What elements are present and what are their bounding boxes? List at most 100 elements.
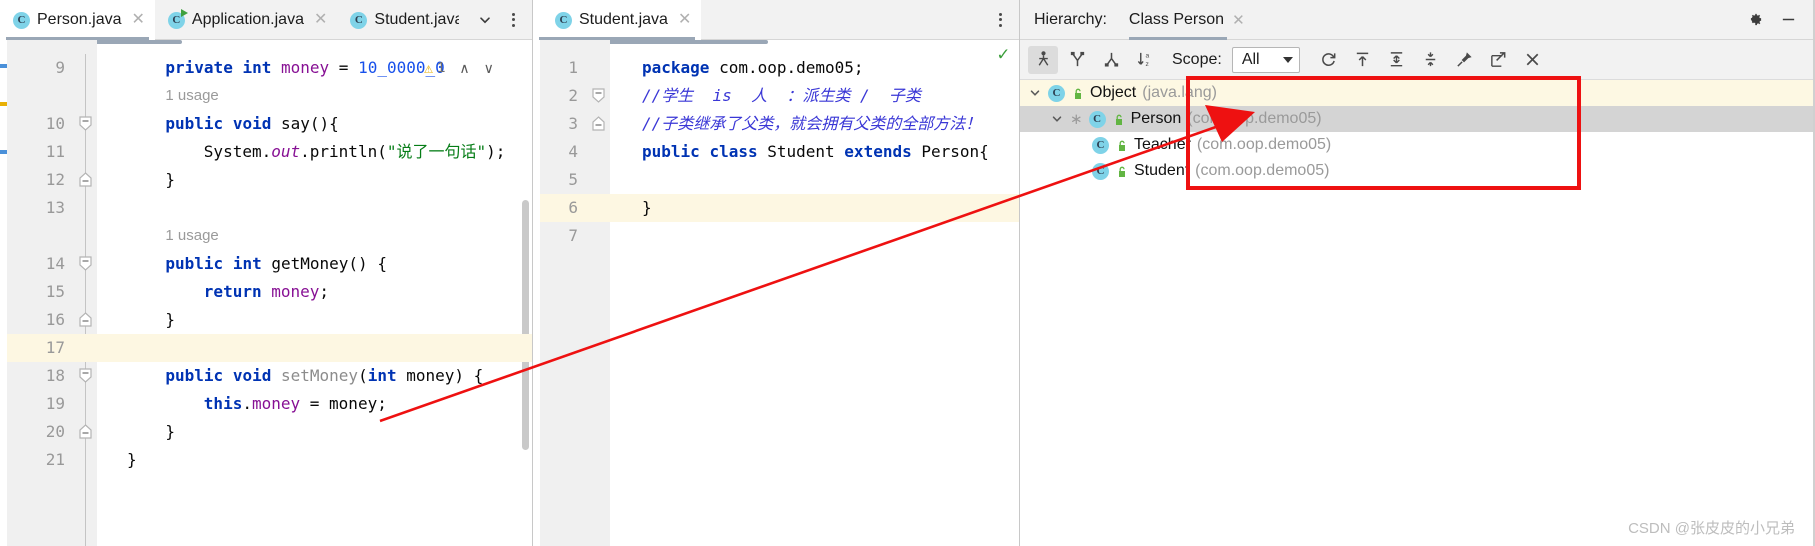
code-fold-toggle[interactable] bbox=[591, 88, 606, 103]
close-icon[interactable]: ✕ bbox=[314, 12, 327, 28]
svg-text:z: z bbox=[1145, 61, 1148, 68]
code-fold-toggle[interactable] bbox=[78, 172, 93, 187]
watermark: CSDN @张皮皮的小兄弟 bbox=[1628, 520, 1795, 537]
hierarchy-tree-node[interactable]: C Object (java.lang) bbox=[1020, 80, 1815, 106]
code-fold-toggle[interactable] bbox=[78, 312, 93, 327]
left-code-area[interactable]: private int money = 10_0000_0 1 usage publ… bbox=[97, 40, 532, 546]
line-number: 2 bbox=[568, 86, 578, 105]
hierarchy-tree-node[interactable]: C Student (com.oop.demo05) bbox=[1020, 158, 1815, 184]
line-number: 12 bbox=[45, 170, 65, 189]
code-line[interactable]: System.out.println("说了一句话"); bbox=[204, 138, 506, 166]
checkmark-icon[interactable]: ✓ bbox=[998, 43, 1009, 65]
pin-icon[interactable] bbox=[1450, 46, 1480, 74]
editor-tab-student-java-active[interactable]: C Student.java ✕ bbox=[533, 0, 702, 40]
center-tabbar-actions bbox=[987, 0, 1019, 39]
code-line[interactable]: //学生 is 人 ：派生类 / 子类 bbox=[642, 82, 921, 110]
code-line[interactable]: //子类继承了父类，就会拥有父类的全部方法！ bbox=[642, 110, 981, 138]
hierarchy-node-package: (com.oop.demo05) bbox=[1187, 110, 1322, 127]
scope-select[interactable]: All bbox=[1231, 46, 1300, 73]
chevron-down-icon[interactable] bbox=[472, 7, 498, 33]
line-number: 15 bbox=[45, 282, 65, 301]
left-tabbar-actions bbox=[472, 0, 532, 39]
open-external-icon[interactable] bbox=[1484, 46, 1514, 74]
editor-tab-student-java[interactable]: C Student.java bbox=[337, 0, 459, 40]
public-visibility-icon bbox=[1115, 139, 1128, 152]
code-line[interactable]: private int money = 10_0000_0 bbox=[165, 54, 444, 82]
sort-alphabetically-button[interactable]: a z bbox=[1130, 46, 1160, 74]
public-visibility-icon bbox=[1112, 113, 1125, 126]
hierarchy-header-actions bbox=[1741, 7, 1815, 33]
code-line[interactable]: return money; bbox=[204, 278, 329, 306]
supertypes-hierarchy-button[interactable] bbox=[1062, 46, 1092, 74]
code-line[interactable]: package com.oop.demo05; bbox=[642, 54, 864, 82]
public-lock-icon bbox=[1075, 88, 1081, 99]
next-warning-icon[interactable]: ∨ bbox=[484, 54, 494, 82]
editor-tab-person-java[interactable]: C Person.java ✕ bbox=[0, 0, 155, 40]
code-line[interactable]: } bbox=[127, 446, 137, 474]
center-code-area[interactable]: ✓ package com.oop.demo05;//学生 is 人 ：派生类 … bbox=[610, 40, 1019, 546]
gear-icon[interactable] bbox=[1741, 7, 1767, 33]
code-line[interactable]: } bbox=[165, 166, 175, 194]
hierarchy-tab-class-person[interactable]: Class Person ✕ bbox=[1128, 0, 1245, 40]
code-fold-toggle[interactable] bbox=[591, 116, 606, 131]
code-fold-toggle[interactable] bbox=[78, 368, 93, 383]
close-icon[interactable]: ✕ bbox=[678, 12, 691, 28]
line-number: 10 bbox=[45, 114, 65, 133]
export-up-button[interactable] bbox=[1348, 46, 1378, 74]
class-hierarchy-button[interactable] bbox=[1028, 45, 1058, 74]
code-line[interactable]: } bbox=[165, 418, 175, 446]
inlay-usage-hint[interactable]: 1 usage bbox=[165, 82, 218, 110]
left-vertical-scrollbar[interactable] bbox=[522, 200, 529, 450]
subtypes-hierarchy-button[interactable] bbox=[1096, 46, 1126, 74]
code-line[interactable]: } bbox=[165, 306, 175, 334]
expand-all-button[interactable] bbox=[1382, 46, 1412, 74]
minimize-icon[interactable] bbox=[1775, 7, 1801, 33]
code-line[interactable]: public int getMoney() { bbox=[165, 250, 387, 278]
java-class-icon: C bbox=[1092, 162, 1109, 180]
inline-warning-indicator[interactable]: ⚠ 1 ∧ ∨ bbox=[424, 54, 494, 82]
code-line[interactable]: } bbox=[642, 194, 652, 222]
prev-warning-icon[interactable]: ∧ bbox=[459, 54, 469, 82]
code-line[interactable]: public void setMoney(int money) { bbox=[165, 362, 483, 390]
editor-tab-application-java[interactable]: C Application.java ✕ bbox=[155, 0, 337, 40]
refresh-button[interactable] bbox=[1314, 46, 1344, 74]
kebab-icon[interactable] bbox=[987, 7, 1013, 33]
public-visibility-icon bbox=[1071, 87, 1084, 100]
left-editor-group: C Person.java ✕ C Application.java ✕ C S… bbox=[0, 0, 533, 546]
chevron-down-icon[interactable] bbox=[1028, 87, 1042, 99]
code-fold-toggle[interactable] bbox=[78, 116, 93, 131]
inlay-usage-hint[interactable]: 1 usage bbox=[165, 222, 218, 250]
hierarchy-tree[interactable]: C Object (java.lang) ∗ C Person (com.oop.demo0… bbox=[1020, 80, 1815, 546]
java-class-icon: C bbox=[13, 11, 30, 29]
hierarchy-tool-window: Hierarchy: Class Person ✕ a z Scope: All… bbox=[1020, 0, 1815, 546]
warning-count: 1 bbox=[437, 59, 446, 76]
left-horizontal-scrollbar[interactable] bbox=[97, 40, 182, 44]
close-icon[interactable] bbox=[1518, 46, 1548, 74]
chevron-down-icon[interactable] bbox=[1050, 113, 1064, 125]
collapse-all-button[interactable] bbox=[1416, 46, 1446, 74]
code-line[interactable]: public void say(){ bbox=[165, 110, 338, 138]
code-line[interactable]: public class Student extends Person{ bbox=[642, 138, 989, 166]
code-fold-toggle[interactable] bbox=[78, 424, 93, 439]
java-class-icon: C bbox=[350, 11, 368, 29]
close-icon[interactable]: ✕ bbox=[132, 12, 145, 28]
hierarchy-toolbar: a z Scope: All bbox=[1020, 40, 1815, 80]
close-icon[interactable]: ✕ bbox=[1232, 11, 1245, 29]
code-fold-toggle[interactable] bbox=[78, 256, 93, 271]
hierarchy-tab-label: Class Person bbox=[1128, 10, 1225, 28]
hierarchy-node-class-name: Object bbox=[1090, 84, 1137, 101]
hierarchy-tree-node[interactable]: C Teacher (com.oop.demo05) bbox=[1020, 132, 1815, 158]
warning-triangle-icon: ⚠ bbox=[424, 59, 434, 77]
current-class-marker-icon: ∗ bbox=[1070, 110, 1083, 128]
code-line[interactable]: this.money = money; bbox=[204, 390, 387, 418]
hierarchy-title: Hierarchy: bbox=[1034, 10, 1107, 28]
center-horizontal-scrollbar[interactable] bbox=[610, 40, 768, 44]
kebab-icon[interactable] bbox=[500, 7, 526, 33]
left-line-numbers: 9 10 11 12 13 14 15 16 17 18 19 20 21 bbox=[7, 40, 75, 546]
editor-tab-label: Student.java bbox=[374, 11, 460, 28]
java-class-icon: C bbox=[1092, 136, 1109, 154]
hierarchy-tree-node[interactable]: ∗ C Person (com.oop.demo05) bbox=[1020, 106, 1815, 132]
java-class-run-icon: C bbox=[167, 8, 188, 29]
hierarchy-header: Hierarchy: Class Person ✕ bbox=[1020, 0, 1815, 40]
scope-label: Scope: bbox=[1172, 50, 1222, 68]
